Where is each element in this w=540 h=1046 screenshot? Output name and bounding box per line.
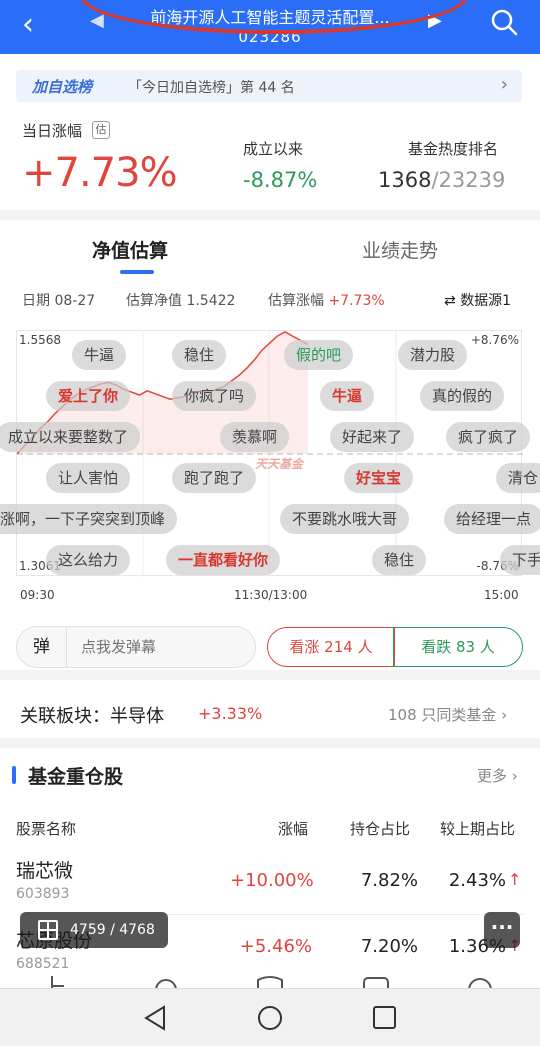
danmaku-item: 给经理一点 — [444, 504, 540, 534]
stock-change: +10.00% — [230, 870, 314, 891]
since-inception-label: 成立以来 — [243, 140, 304, 158]
day-change-value: +7.73% — [22, 150, 178, 196]
danmaku-item: 让人害怕 — [46, 463, 131, 493]
nav-recents-icon[interactable] — [373, 1006, 396, 1029]
danmaku-item: 下手 — [500, 545, 540, 575]
chevron-right-icon: › — [500, 74, 508, 95]
watchlist-rank-banner[interactable]: 加自选榜 「今日加自选榜」第 44 名 › — [16, 70, 522, 102]
danmaku-icon: 弹 — [17, 627, 67, 667]
danmaku-item: 这么给力 — [46, 545, 131, 575]
tab-bar-icons — [51, 976, 492, 1002]
nav-home-icon[interactable] — [258, 1006, 282, 1030]
heat-rank-label: 基金热度排名 — [408, 140, 499, 158]
estimate-badge: 估 — [92, 121, 110, 139]
col-prev-weight: 较上期占比 — [440, 820, 516, 838]
arrow-up-icon: ↑ — [508, 870, 522, 889]
back-arrow-icon[interactable]: ‹ — [22, 8, 34, 42]
x-tick-open: 09:30 — [20, 588, 55, 602]
col-weight: 持仓占比 — [350, 820, 411, 838]
data-source-toggle[interactable]: ⇄ 数据源1 — [444, 290, 511, 310]
danmaku-input-box[interactable]: 弹 — [16, 626, 256, 668]
tab-nav-estimate[interactable]: 净值估算 — [92, 236, 168, 263]
danmaku-item: 好宝宝 — [344, 463, 414, 493]
holdings-more-link[interactable]: 更多 › — [477, 765, 518, 786]
vote-up-button[interactable]: 看涨 214 人 — [267, 627, 395, 667]
stock-name[interactable]: 瑞芯微 — [16, 856, 73, 883]
danmaku-item: 涨啊，一下子突突到顶峰 — [0, 504, 178, 534]
day-change-label: 当日涨幅 — [22, 122, 83, 140]
tab-performance[interactable]: 业绩走势 — [362, 236, 438, 263]
x-tick-close: 15:00 — [484, 588, 519, 602]
banner-text: 「今日加自选榜」第 44 名 — [128, 80, 295, 96]
change-est-label: 估算涨幅 — [268, 293, 324, 309]
bottom-tab-bar — [0, 968, 540, 1002]
danmaku-item: 不要跳水哦大哥 — [280, 504, 410, 534]
heat-rank-total: /23239 — [431, 168, 506, 192]
vote-down-button[interactable]: 看跌 83 人 — [393, 627, 523, 667]
danmaku-item: 稳住 — [372, 545, 427, 575]
image-counter: 4759 / 4768 — [70, 922, 155, 938]
image-counter-pill[interactable]: 4759 / 4768 — [20, 912, 168, 948]
holdings-title: 基金重仓股 — [28, 766, 124, 788]
data-source-label: 数据源1 — [460, 293, 512, 309]
system-nav-icons — [144, 1005, 396, 1031]
estimate-date: 日期 08-27 — [22, 293, 96, 309]
nav-back-icon[interactable] — [144, 1005, 165, 1031]
stock-weight: 7.20% — [360, 936, 418, 957]
system-nav-bar — [0, 988, 540, 1046]
danmaku-item: 一直都看好你 — [166, 545, 281, 575]
top-header: ‹ ◀ 前海开源人工智能主题灵活配置... 023286 ▶ — [0, 0, 540, 54]
more-options-button[interactable]: ··· — [484, 912, 520, 948]
similar-funds-link[interactable]: 108 只同类基金 › — [388, 704, 507, 725]
danmaku-item: 牛逼 — [72, 340, 127, 370]
stock-prev-weight: 2.43% — [448, 870, 506, 891]
chart-watermark: 天天基金 — [255, 457, 304, 471]
app-screen: ‹ ◀ 前海开源人工智能主题灵活配置... 023286 ▶ 加自选榜 「今日加… — [0, 0, 540, 1046]
danmaku-item: 潜力股 — [398, 340, 468, 370]
y-right-top: +8.76% — [470, 333, 519, 347]
col-change: 涨幅 — [278, 820, 309, 838]
danmaku-item: 羡慕啊 — [220, 422, 290, 452]
heat-rank-value: 1368/23239 — [378, 168, 505, 192]
nav-est-label: 估算净值 — [126, 293, 182, 309]
sector-row[interactable]: 关联板块：半导体 +3.33% 108 只同类基金 › — [0, 680, 540, 738]
search-icon[interactable] — [490, 8, 518, 36]
grid-icon — [38, 920, 58, 940]
col-stock-name: 股票名称 — [16, 820, 77, 838]
stock-weight: 7.82% — [360, 870, 418, 891]
danmaku-input[interactable] — [81, 635, 241, 659]
danmaku-item: 成立以来要整数了 — [0, 422, 141, 452]
change-est-value: +7.73% — [328, 293, 385, 309]
summary-card: 加自选榜 「今日加自选榜」第 44 名 › 当日涨幅 估 +7.73% 成立以来… — [0, 54, 540, 210]
stock-change: +5.46% — [239, 936, 312, 957]
banner-tag: 加自选榜 — [32, 78, 93, 96]
y-left-top: 1.5568 — [19, 333, 61, 347]
x-tick-noon: 11:30/13:00 — [234, 588, 308, 602]
heat-rank-number: 1368 — [378, 168, 432, 192]
nav-estimate: 估算净值 1.5422 — [126, 290, 235, 310]
sector-label: 关联板块：半导体 — [20, 706, 164, 727]
danmaku-item: 真的假的 — [420, 381, 505, 411]
danmaku-item: 疯了疯了 — [446, 422, 531, 452]
tab-underline — [120, 270, 154, 274]
danmaku-item: 假的吧 — [284, 340, 354, 370]
danmaku-item: 你疯了吗 — [172, 381, 257, 411]
danmaku-item: 好起来了 — [330, 422, 415, 452]
section-accent-bar — [12, 766, 16, 784]
stock-code: 603893 — [16, 886, 70, 902]
danmaku-item: 牛逼 — [320, 381, 375, 411]
nav-est-value: 1.5422 — [186, 293, 236, 309]
since-inception-value: -8.87% — [243, 168, 318, 192]
danmaku-item: 跑了跑了 — [172, 463, 257, 493]
danmaku-item: 爱上了你 — [46, 381, 131, 411]
sector-change: +3.33% — [198, 704, 263, 723]
danmaku-item: 清仓 — [496, 463, 540, 493]
change-estimate: 估算涨幅 +7.73% — [268, 290, 385, 310]
estimate-card: 净值估算 业绩走势 日期 08-27 估算净值 1.5422 估算涨幅 +7.7… — [0, 220, 540, 670]
danmaku-item: 稳住 — [172, 340, 227, 370]
